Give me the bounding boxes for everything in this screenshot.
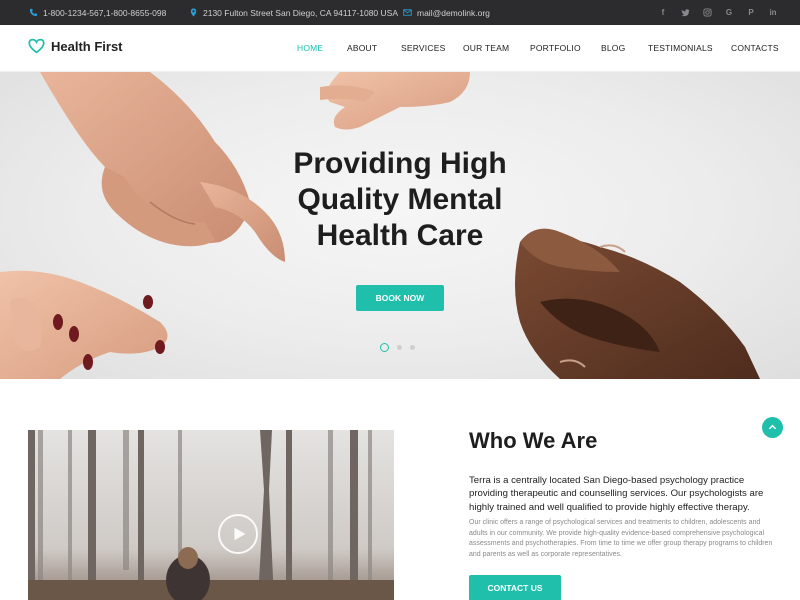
instagram-icon[interactable]	[702, 8, 712, 18]
hero-slider: Providing High Quality Mental Health Car…	[0, 72, 800, 379]
twitter-icon[interactable]	[680, 8, 690, 18]
facebook-icon[interactable]: f	[658, 8, 668, 18]
slider-dot[interactable]	[410, 345, 415, 350]
nav-item-home[interactable]: HOME	[297, 25, 323, 72]
about-video[interactable]	[28, 430, 394, 600]
email-link[interactable]: mail@demolink.org	[417, 8, 490, 18]
section-title: Who We Are	[469, 428, 598, 453]
hero-title-line: Providing High	[293, 147, 507, 180]
address-text: 2130 Fulton Street San Diego, CA 94117-1…	[203, 7, 398, 18]
contact-us-button[interactable]: CONTACT US	[469, 575, 561, 600]
nav-item-about[interactable]: ABOUT	[347, 25, 377, 72]
phone-icon	[29, 8, 38, 17]
heart-icon	[28, 38, 45, 54]
nav-item-our-team[interactable]: OUR TEAM	[463, 25, 509, 72]
envelope-icon	[403, 9, 412, 16]
nav-item-blog[interactable]: BLOG	[601, 25, 625, 72]
social-links: f G P in	[658, 0, 778, 25]
address-info: 2130 Fulton Street San Diego, CA 94117-1…	[189, 0, 398, 25]
forest-image	[28, 430, 394, 600]
about-body-text: Our clinic offers a range of psychologic…	[469, 519, 773, 558]
nav-item-testimonials[interactable]: TESTIMONIALS	[648, 25, 713, 72]
brand-logo[interactable]: Health First	[28, 38, 123, 54]
play-video-button[interactable]	[218, 514, 258, 554]
scroll-to-top-button[interactable]	[762, 417, 783, 438]
phone-info: 1-800-1234-567,1-800-8655-098	[29, 0, 166, 25]
hero-title: Providing High Quality Mental Health Car…	[240, 146, 560, 254]
slider-dot[interactable]	[380, 343, 389, 352]
nav-item-services[interactable]: SERVICES	[401, 25, 445, 72]
play-icon	[233, 527, 246, 541]
nav-item-portfolio[interactable]: PORTFOLIO	[530, 25, 581, 72]
map-pin-icon	[190, 8, 197, 17]
pinterest-icon[interactable]: P	[746, 8, 756, 18]
main-navigation: Health First HOME ABOUT SERVICES OUR TEA…	[0, 25, 800, 72]
email-info: mail@demolink.org	[403, 0, 490, 25]
linkedin-icon[interactable]: in	[768, 8, 778, 18]
hero-title-line: Health Care	[316, 219, 484, 252]
arrow-up-icon	[768, 424, 777, 430]
slider-dot[interactable]	[397, 345, 402, 350]
hero-title-line: Quality Mental	[297, 183, 503, 216]
google-icon[interactable]: G	[724, 8, 734, 18]
phone-numbers[interactable]: 1-800-1234-567,1-800-8655-098	[43, 8, 166, 18]
slider-pagination	[380, 343, 415, 352]
brand-name: Health First	[51, 38, 123, 54]
top-bar: 1-800-1234-567,1-800-8655-098 2130 Fulto…	[0, 0, 800, 25]
book-now-button[interactable]: BOOK NOW	[356, 285, 444, 311]
nav-item-contacts[interactable]: CONTACTS	[731, 25, 779, 72]
about-lead-text: Terra is a centrally located San Diego-b…	[469, 475, 764, 513]
